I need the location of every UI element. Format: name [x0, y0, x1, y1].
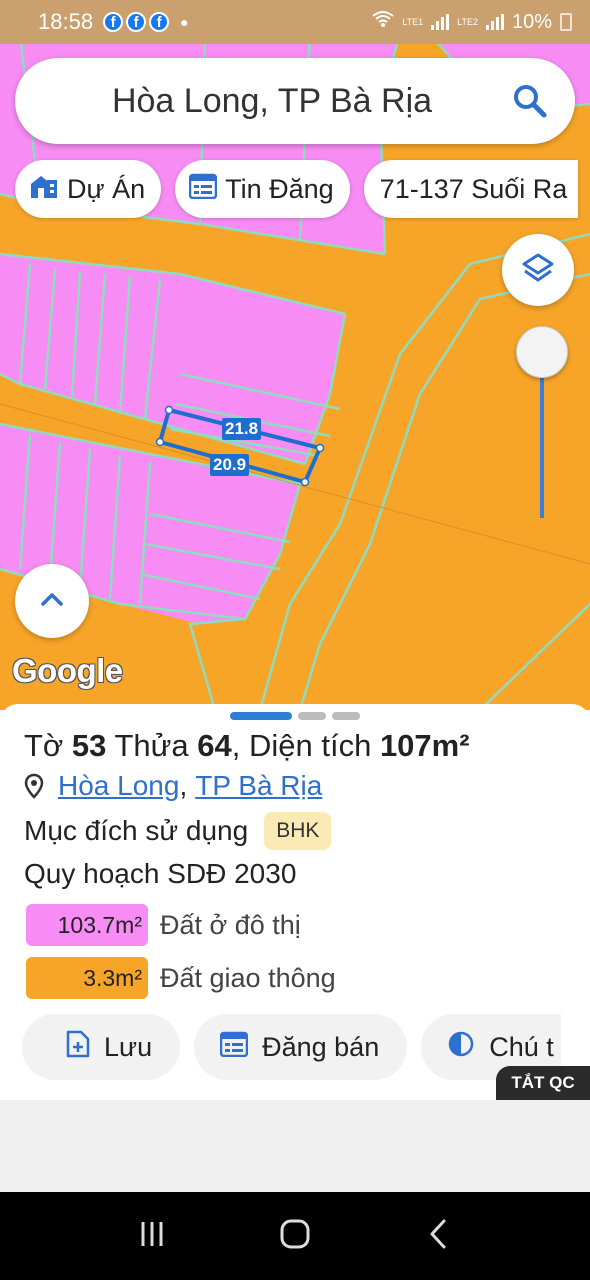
ward-link[interactable]: Hòa Long	[58, 770, 179, 802]
system-navigation-bar	[0, 1192, 590, 1280]
home-icon	[280, 1219, 310, 1254]
sheet-number: 53	[71, 728, 107, 763]
more-notifications-dot-icon: ●	[180, 14, 189, 30]
area-label: Diện tích	[248, 728, 372, 763]
area-value: 107m²	[379, 728, 470, 763]
back-arrow-icon	[427, 1218, 449, 1255]
status-indicators: LTE1 LTE2 10%	[372, 10, 572, 34]
recent-apps-icon	[137, 1219, 167, 1254]
calendar-list-icon	[219, 1031, 249, 1064]
parcel-edge-length-top: 21.8	[222, 418, 262, 440]
search-bar[interactable]: Hòa Long, TP Bà Rịa	[15, 58, 575, 144]
parcel-edge-length-bottom: 20.9	[210, 454, 250, 476]
facebook-notification-icon: f	[126, 12, 147, 32]
summary-separator: ,	[231, 728, 241, 763]
battery-icon	[560, 13, 572, 31]
building-icon	[29, 172, 59, 207]
battery-percent: 10%	[511, 10, 552, 33]
legend-label: Chú t	[489, 1031, 554, 1062]
status-time: 18:58	[38, 9, 94, 34]
opacity-slider-track[interactable]	[540, 378, 544, 518]
signal-icon	[485, 14, 504, 30]
parcel-label: Thửa	[114, 728, 189, 763]
zone-area-badge: 103.7m²	[26, 904, 148, 946]
facebook-notification-icon: f	[103, 12, 124, 32]
parcel-location: Hòa Long, TP Bà Rịa	[24, 770, 322, 802]
close-ad-button[interactable]: TẮT QC	[496, 1066, 590, 1100]
land-use-purpose: Mục đích sử dụng BHK	[24, 812, 332, 850]
action-buttons: Lưu Đăng bán Chú t	[22, 1014, 562, 1080]
wifi-icon	[372, 10, 394, 34]
chevron-up-icon	[40, 591, 64, 612]
parcel-summary: Tờ 53 Thửa 64, Diện tích 107m²	[24, 728, 470, 764]
layers-button[interactable]	[502, 234, 574, 306]
chip-label: Dự Án	[67, 173, 146, 204]
zone-area-badge: 3.3m²	[26, 957, 148, 999]
search-icon[interactable]	[495, 66, 565, 136]
location-pin-icon	[24, 773, 44, 799]
chip-du-an[interactable]: Dự Án	[15, 160, 162, 218]
calendar-list-icon	[188, 173, 218, 206]
post-label: Đăng bán	[262, 1031, 380, 1062]
save-label: Lưu	[104, 1031, 153, 1062]
search-input[interactable]: Hòa Long, TP Bà Rịa	[15, 82, 495, 121]
contrast-icon	[447, 1030, 475, 1065]
opacity-slider-handle[interactable]	[516, 326, 568, 378]
zone-label: Đất giao thông	[160, 962, 336, 993]
back-button[interactable]	[408, 1206, 468, 1266]
zone-row: 103.7m² Đất ở đô thị	[26, 904, 301, 946]
sim2-label: LTE2	[457, 16, 478, 27]
post-for-sale-button[interactable]: Đăng bán	[194, 1014, 408, 1080]
facebook-notification-icon: f	[149, 12, 170, 32]
location-separator: ,	[179, 770, 188, 801]
chip-label: 71-137 Suối Ra	[379, 173, 568, 204]
status-bar: 18:58 f f f ● LTE1 LTE2 10%	[0, 0, 590, 44]
signal-icon	[431, 14, 450, 30]
google-logo: Google	[12, 652, 123, 689]
sim1-label: LTE1	[402, 16, 424, 27]
expand-panel-button[interactable]	[15, 564, 89, 638]
zone-label: Đất ở đô thị	[160, 909, 301, 940]
chip-address[interactable]: 71-137 Suối Ra	[363, 160, 578, 218]
sheet-page-indicator[interactable]	[230, 712, 360, 720]
parcel-number: 64	[197, 728, 232, 763]
purpose-label: Mục đích sử dụng	[24, 815, 249, 846]
plan-title: Quy hoạch SDĐ 2030	[24, 858, 297, 889]
filter-chips: Dự Án Tin Đăng 71-137 Suối Ra	[15, 160, 578, 218]
purpose-code-badge: BHK	[264, 812, 332, 850]
ad-banner-area	[0, 1100, 590, 1192]
recent-apps-button[interactable]	[122, 1206, 182, 1266]
save-button[interactable]: Lưu	[22, 1014, 181, 1080]
sheet-label: Tờ	[24, 728, 64, 763]
add-file-icon	[66, 1030, 90, 1065]
layers-icon	[521, 251, 555, 290]
chip-label: Tin Đăng	[225, 173, 334, 204]
city-link[interactable]: TP Bà Rịa	[195, 770, 322, 802]
parcel-info-sheet: Tờ 53 Thửa 64, Diện tích 107m² Hòa Long,…	[0, 704, 590, 1100]
zone-row: 3.3m² Đất giao thông	[26, 957, 336, 999]
home-button[interactable]	[265, 1206, 325, 1266]
chip-tin-dang[interactable]: Tin Đăng	[175, 160, 350, 218]
